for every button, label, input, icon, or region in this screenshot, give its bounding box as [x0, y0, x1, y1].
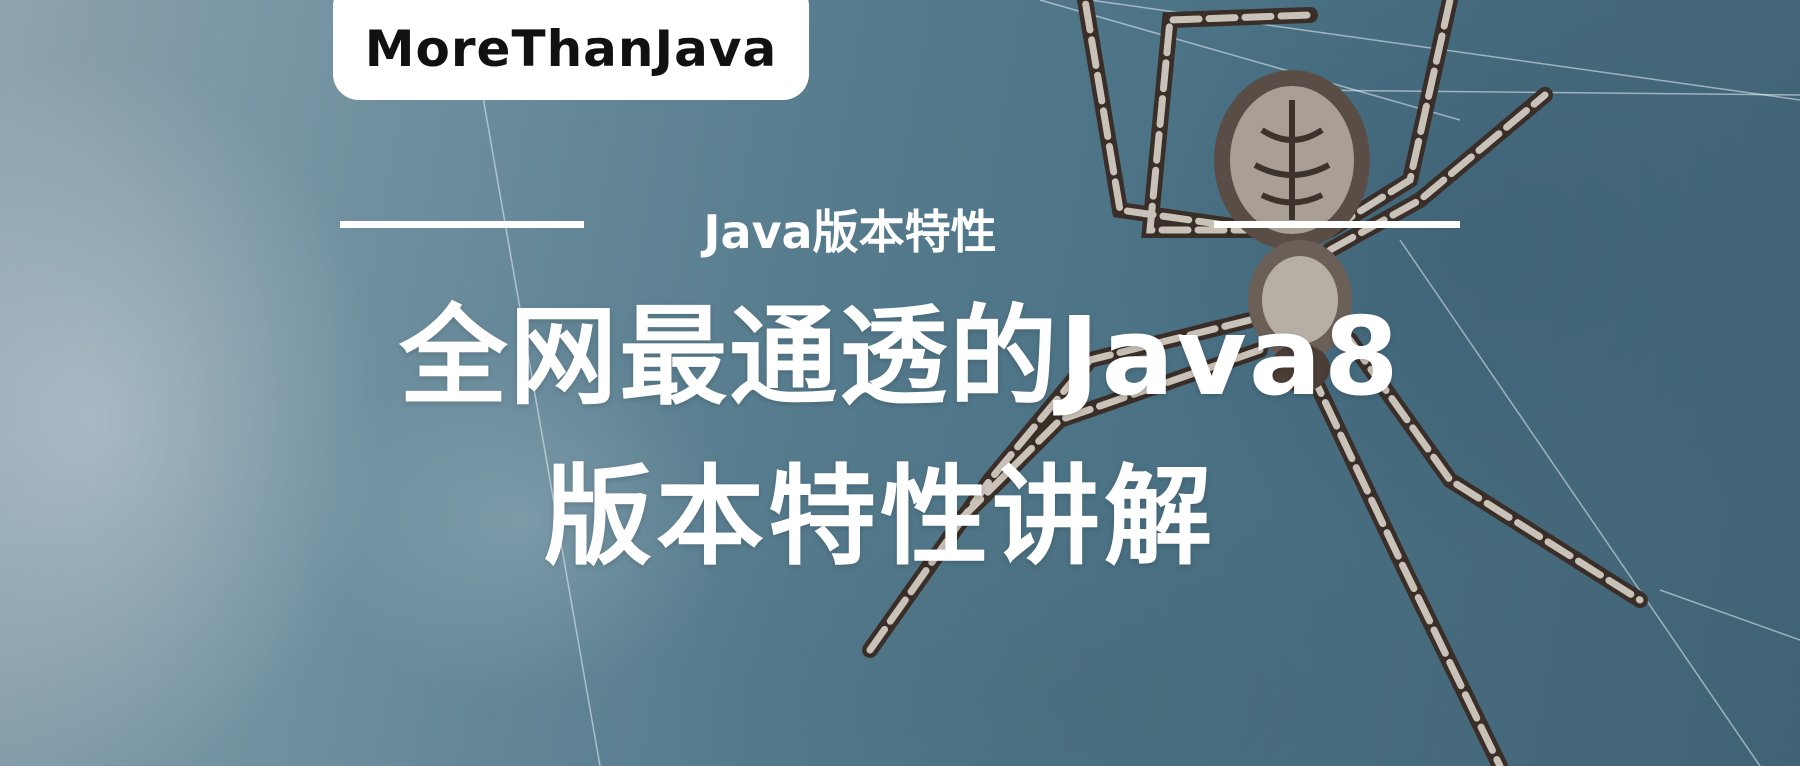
cover-banner: MoreThanJava Java版本特性 全网最通透的Java8 版本特性讲解 [0, 0, 1800, 766]
title-line-2: 版本特性讲解 [543, 455, 1216, 580]
logo-badge: MoreThanJava [333, 0, 809, 100]
subtitle: Java版本特性 [703, 205, 997, 259]
subtitle-rule-left [340, 221, 584, 228]
subtitle-rule-right [1214, 221, 1460, 228]
logo-text: MoreThanJava [364, 20, 778, 78]
title-line-1: 全网最通透的Java8 [399, 295, 1401, 420]
